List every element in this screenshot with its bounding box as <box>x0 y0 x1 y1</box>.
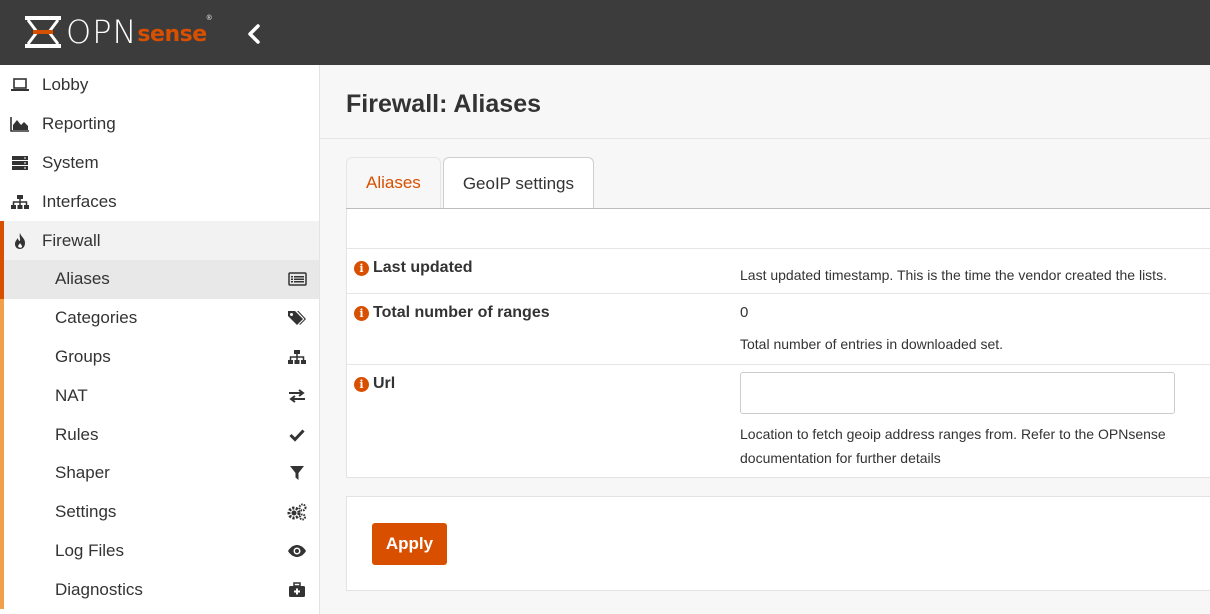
filter-icon <box>287 464 307 482</box>
laptop-icon <box>10 75 30 95</box>
geoip-settings-panel: i Last updated Last updated timestamp. T… <box>346 209 1210 478</box>
opnsense-logo-mark-icon <box>24 15 62 49</box>
sidebar-item-reporting[interactable]: Reporting <box>0 104 319 143</box>
sidebar-subitem-log-files[interactable]: Log Files <box>0 531 319 571</box>
sidebar-subitem-label: Log Files <box>55 540 124 560</box>
last-updated-label-text: Last updated <box>373 259 473 276</box>
cogs-icon <box>287 503 307 521</box>
sidebar-subitem-rules[interactable]: Rules <box>0 415 319 454</box>
sidebar-subitem-label: Shaper <box>55 463 110 483</box>
last-updated-help: Last updated timestamp. This is the time… <box>740 267 1167 283</box>
check-icon <box>287 426 307 444</box>
tab-aliases[interactable]: Aliases <box>346 157 441 208</box>
sidebar-item-label: System <box>42 152 99 172</box>
sitemap-icon <box>287 348 307 366</box>
tab-bar: Aliases GeoIP settings <box>346 157 595 209</box>
sitemap-icon <box>10 192 30 212</box>
sidebar-subitem-categories[interactable]: Categories <box>0 298 319 338</box>
sidebar-subitem-label: Groups <box>55 346 111 366</box>
url-row: i Url Location to fetch geoip address ra… <box>347 364 1210 477</box>
sidebar-item-firewall[interactable]: Firewall <box>0 221 319 260</box>
title-divider <box>320 138 1210 139</box>
sidebar-item-lobby[interactable]: Lobby <box>0 65 319 104</box>
url-input[interactable] <box>740 372 1175 414</box>
last-updated-row: i Last updated Last updated timestamp. T… <box>347 248 1210 293</box>
area-chart-icon <box>10 114 30 134</box>
sidebar-subitem-shaper[interactable]: Shaper <box>0 453 319 493</box>
sidebar-subitem-label: Diagnostics <box>55 579 143 599</box>
sidebar-item-label: Lobby <box>42 74 89 94</box>
sidebar-item-label: Interfaces <box>42 191 117 211</box>
url-help: Location to fetch geoip address ranges f… <box>740 426 1166 466</box>
sidebar: Lobby Reporting System Interfaces Firewa… <box>0 65 320 614</box>
sidebar-item-system[interactable]: System <box>0 143 319 182</box>
fire-icon <box>10 231 30 251</box>
total-ranges-label: i Total number of ranges <box>354 304 550 322</box>
logo-text-sense: sense <box>137 22 207 47</box>
sidebar-subitem-diagnostics[interactable]: Diagnostics <box>0 570 319 609</box>
sidebar-subitem-label: NAT <box>55 385 88 405</box>
apply-button[interactable]: Apply <box>372 523 447 565</box>
sidebar-item-label: Reporting <box>42 113 116 133</box>
logo-text-opn: OPN <box>66 13 138 51</box>
apply-panel: Apply <box>346 496 1210 591</box>
medkit-icon <box>287 581 307 599</box>
info-icon[interactable]: i <box>354 260 369 276</box>
total-ranges-value: 0 <box>740 304 749 321</box>
chevron-left-icon[interactable] <box>244 22 264 46</box>
info-icon[interactable]: i <box>354 305 369 321</box>
eye-icon <box>287 542 307 560</box>
page-title: Firewall: Aliases <box>346 90 541 118</box>
sidebar-item-interfaces[interactable]: Interfaces <box>0 182 319 221</box>
sidebar-subitem-nat[interactable]: NAT <box>0 376 319 415</box>
list-alt-icon <box>287 270 307 288</box>
top-navbar: OPN sense ® <box>0 0 1210 65</box>
url-label-text: Url <box>373 375 396 392</box>
sidebar-subitem-label: Rules <box>55 424 99 444</box>
tags-icon <box>287 309 307 327</box>
total-ranges-row: i Total number of ranges 0 Total number … <box>347 293 1210 364</box>
total-ranges-label-text: Total number of ranges <box>373 304 550 321</box>
sidebar-subitem-label: Settings <box>55 502 117 522</box>
server-icon <box>10 153 30 173</box>
info-icon[interactable]: i <box>354 376 369 392</box>
sidebar-subitem-label: Aliases <box>55 269 110 289</box>
sidebar-subitem-label: Categories <box>55 308 138 328</box>
logo-registered-mark: ® <box>206 15 212 22</box>
sidebar-item-label: Firewall <box>42 230 101 250</box>
exchange-icon <box>287 387 307 405</box>
url-label: i Url <box>354 375 395 393</box>
last-updated-label: i Last updated <box>354 259 473 277</box>
sidebar-subitem-settings[interactable]: Settings <box>0 492 319 532</box>
opnsense-logo[interactable]: OPN sense ® <box>24 13 212 51</box>
sidebar-subitem-aliases[interactable]: Aliases <box>0 260 319 299</box>
sidebar-subitem-groups[interactable]: Groups <box>0 337 319 377</box>
total-ranges-help: Total number of entries in downloaded se… <box>740 336 1004 352</box>
tab-geoip-settings[interactable]: GeoIP settings <box>442 157 595 209</box>
